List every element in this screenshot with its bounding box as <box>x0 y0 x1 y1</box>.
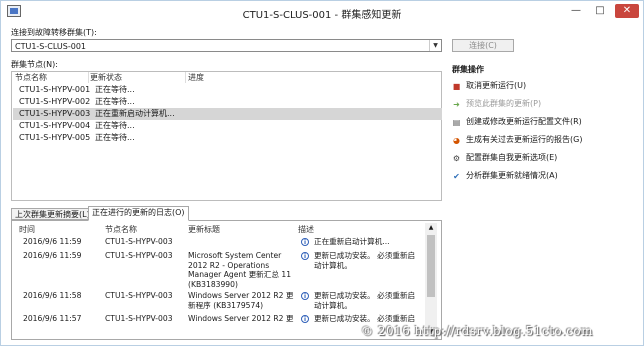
column-header-node-name[interactable]: 节点名称 <box>15 72 89 83</box>
action-label: 生成有关过去更新运行的报告(G) <box>466 135 583 144</box>
log-time: 2016/9/6 11:59 <box>23 237 82 246</box>
log-node: CTU1-S-HYPV-003 <box>105 291 173 300</box>
node-name: CTU1-S-HYPV-004 <box>19 121 91 130</box>
node-name: CTU1-S-HYPV-001 <box>19 85 91 94</box>
node-update-status: 正在等待... <box>95 97 135 106</box>
log-header-time[interactable]: 时间 <box>19 225 35 235</box>
action-label: 分析群集更新就绪情况(A) <box>466 171 558 180</box>
log-description: 正在重新启动计算机... <box>314 237 390 246</box>
node-update-status: 正在等待... <box>95 85 135 94</box>
tab-last-update-summary[interactable]: 上次群集更新摘要(L) <box>11 208 94 220</box>
node-update-status: 正在等待... <box>95 133 135 142</box>
list-item[interactable]: CTU1-S-HYPV-001 正在等待... <box>13 84 442 96</box>
log-header-description[interactable]: 描述 <box>298 225 314 235</box>
log-scrollbar[interactable]: ▲ ▼ <box>425 223 437 337</box>
minimize-button[interactable]: — <box>567 4 585 18</box>
log-header-title[interactable]: 更新标题 <box>188 225 220 235</box>
log-node: CTU1-S-HYPV-003 <box>105 314 173 323</box>
log-update-title: Windows Server 2012 R2 更 新程序 (KB3179574) <box>188 291 294 310</box>
node-update-status: 正在重新启动计算机... <box>95 109 175 118</box>
list-item[interactable]: CTU1-S-HYPV-005 正在等待... <box>13 132 442 144</box>
cluster-select-value: CTU1-S-CLUS-001 <box>15 42 87 51</box>
log-update-title: Windows Server 2012 R2 更 <box>188 314 294 323</box>
arrow-right-icon: ➜ <box>453 100 460 109</box>
node-name: CTU1-S-HYPV-002 <box>19 97 91 106</box>
log-node: CTU1-S-HYPV-003 <box>105 251 173 260</box>
info-icon: i <box>301 315 309 323</box>
action-label: 创建或修改更新运行配置文件(R) <box>466 117 582 126</box>
log-update-title: Microsoft System Center 2012 R2 - Operat… <box>188 251 292 289</box>
gear-icon: ⚙ <box>452 154 461 163</box>
cluster-select[interactable]: CTU1-S-CLUS-001 ▼ <box>11 39 442 52</box>
action-label: 预览此群集的更新(P) <box>466 99 542 108</box>
info-icon: i <box>301 252 309 260</box>
log-description: 更新已成功安装。 必须重新启 <box>314 314 416 323</box>
info-icon: i <box>301 238 309 246</box>
list-item[interactable]: CTU1-S-HYPV-004 正在等待... <box>13 120 442 132</box>
cluster-nodes-list[interactable]: 节点名称 更新状态 进度 CTU1-S-HYPV-001 正在等待... CTU1-… <box>11 71 442 201</box>
document-icon: ▤ <box>452 118 461 127</box>
connect-button[interactable]: 连接(C) <box>452 39 514 52</box>
log-header-node[interactable]: 节点名称 <box>105 225 137 235</box>
log-time: 2016/9/6 11:59 <box>23 251 82 260</box>
app-window: CTU1-S-CLUS-001 - 群集感知更新 — □ ✕ 连接到故障转移群集… <box>0 0 644 346</box>
log-time: 2016/9/6 11:58 <box>23 291 82 300</box>
action-label: 配置群集自我更新选项(E) <box>466 153 558 162</box>
cluster-actions-title: 群集操作 <box>452 65 484 74</box>
list-item[interactable]: CTU1-S-HYPV-002 正在等待... <box>13 96 442 108</box>
chevron-down-icon[interactable]: ▼ <box>429 40 441 51</box>
checkmark-icon: ✔ <box>453 172 460 181</box>
report-icon: ◕ <box>453 136 460 145</box>
node-name: CTU1-S-HYPV-005 <box>19 133 91 142</box>
close-button[interactable]: ✕ <box>615 4 639 18</box>
log-description: 更新已成功安装。 必须重新启 动计算机。 <box>314 251 416 270</box>
maximize-button[interactable]: □ <box>591 4 609 18</box>
scroll-up-icon[interactable]: ▲ <box>425 223 437 233</box>
list-item[interactable]: CTU1-S-HYPV-003 正在重新启动计算机... <box>13 108 442 120</box>
nodes-label: 群集节点(N): <box>11 60 58 69</box>
title-bar: CTU1-S-CLUS-001 - 群集感知更新 — □ ✕ <box>1 1 643 23</box>
log-time: 2016/9/6 11:57 <box>23 314 82 323</box>
scroll-thumb[interactable] <box>427 235 435 297</box>
window-title: CTU1-S-CLUS-001 - 群集感知更新 <box>242 10 402 21</box>
column-header-progress[interactable]: 进度 <box>188 72 308 83</box>
node-name: CTU1-S-HYPV-003 <box>19 109 91 118</box>
column-header-update-status[interactable]: 更新状态 <box>90 72 186 83</box>
connect-label: 连接到故障转移群集(T): <box>11 28 97 37</box>
tab-update-log[interactable]: 正在进行的更新的日志(O) <box>88 206 189 221</box>
log-description: 更新已成功安装。 必须重新启 动计算机。 <box>314 291 416 310</box>
info-icon: i <box>301 292 309 300</box>
node-update-status: 正在等待... <box>95 121 135 130</box>
watermark: © 2016 http://rdsrv.blog.51cto.com <box>361 324 594 338</box>
log-node: CTU1-S-HYPV-003 <box>105 237 173 246</box>
action-label: 取消更新运行(U) <box>466 81 527 90</box>
stop-icon: ■ <box>452 82 461 91</box>
